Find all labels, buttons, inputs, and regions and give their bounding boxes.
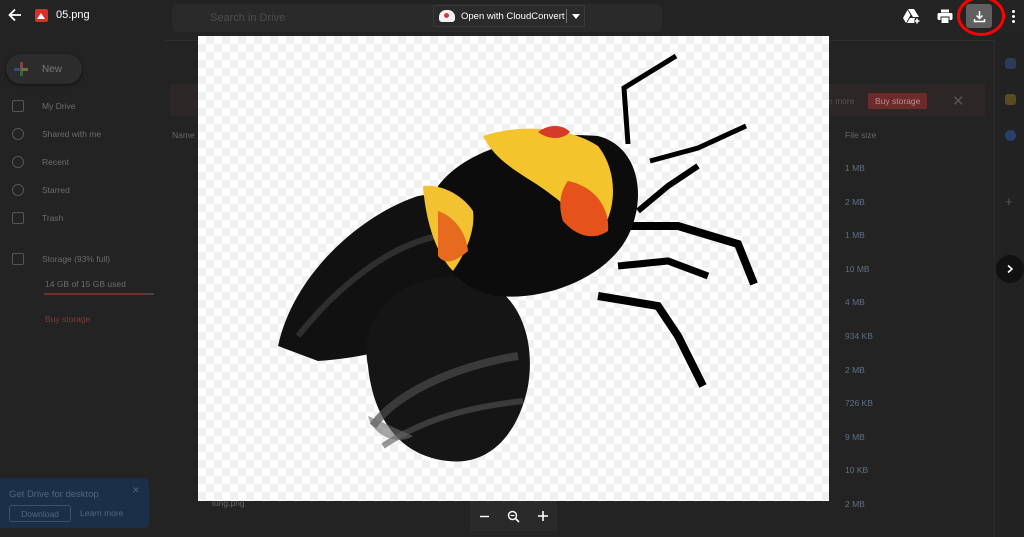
open-with-divider — [566, 9, 567, 23]
sidebar-item-trash: Trash — [0, 208, 63, 228]
get-drive-desktop-card: Get Drive for desktop ✕ Download Learn m… — [0, 478, 149, 528]
file-size-cell: 2 MB — [845, 499, 865, 509]
nav-label: Starred — [42, 185, 70, 195]
image-file-icon — [35, 9, 48, 22]
more-vert-icon — [1011, 9, 1015, 13]
buy-storage-link: Buy storage — [45, 314, 91, 324]
sidebar-item-shared: Shared with me — [0, 124, 101, 144]
drive-icon — [12, 100, 24, 112]
file-size-cell: 9 MB — [845, 431, 865, 442]
file-size-cell: 1 MB — [845, 163, 865, 173]
file-title: 05.png — [56, 9, 90, 21]
sidebar-item-starred: Starred — [0, 180, 70, 200]
people-icon — [12, 128, 24, 140]
storage-used: 14 GB of 15 GB used — [45, 274, 126, 294]
caret-down-icon[interactable] — [572, 14, 580, 19]
plus-color-icon — [14, 62, 28, 76]
open-with-label: Open with CloudConvert — [461, 10, 565, 22]
drive-sidebar: New My Drive Shared with me Recent Starr… — [0, 38, 165, 537]
more-options-button[interactable] — [1006, 6, 1020, 26]
trash-icon — [12, 212, 24, 224]
zoom-icon — [507, 510, 520, 523]
minus-icon — [480, 515, 489, 517]
download-icon — [973, 10, 985, 22]
right-rail: + — [994, 38, 1024, 537]
storage-bar — [44, 293, 154, 295]
chevron-right-icon — [1007, 264, 1014, 274]
storage-bar-fill — [44, 293, 147, 295]
next-file-button[interactable] — [996, 255, 1024, 283]
new-button: New — [6, 54, 82, 84]
image-preview — [198, 36, 829, 501]
zoom-in-button[interactable] — [533, 506, 553, 526]
get-drive-title: Get Drive for desktop — [9, 489, 99, 500]
nav-label: Trash — [42, 213, 64, 223]
col-size: File size — [845, 130, 877, 140]
keep-icon — [1005, 94, 1016, 105]
card-download-button: Download — [9, 505, 71, 522]
add-to-drive-button[interactable] — [902, 6, 922, 26]
storage-used-text: 14 GB of 15 GB used — [45, 279, 126, 289]
zoom-reset-button[interactable] — [504, 506, 524, 526]
alert-more-text: n more — [828, 96, 855, 106]
storage-label: Storage (93% full) — [42, 254, 111, 264]
download-button[interactable] — [966, 4, 992, 28]
sidebar-item-storage: Storage (93% full) — [0, 249, 110, 269]
arrow-left-icon — [8, 8, 21, 22]
file-size-cell: 726 KB — [845, 398, 873, 409]
file-size-cell: 1 MB — [845, 230, 865, 241]
tasks-icon — [1005, 130, 1016, 141]
back-button[interactable] — [4, 4, 26, 26]
file-size-cell: 10 MB — [845, 263, 870, 274]
add-to-drive-icon — [903, 9, 920, 24]
alert-buy-storage: Buy storage — [868, 93, 928, 109]
print-button[interactable] — [935, 6, 955, 26]
add-addon-icon: + — [1005, 194, 1013, 209]
nav-label: Recent — [42, 157, 69, 167]
new-label: New — [42, 63, 63, 75]
zoom-out-button[interactable] — [475, 506, 495, 526]
open-with-button[interactable]: Open with CloudConvert — [433, 5, 585, 27]
col-name: Name — [172, 130, 195, 140]
sidebar-item-my-drive: My Drive — [0, 96, 76, 116]
more-vert-icon — [1011, 19, 1015, 23]
zoom-controls — [470, 501, 557, 531]
alert-close-icon: ✕ — [952, 93, 965, 110]
calendar-icon — [1005, 58, 1016, 69]
cloudconvert-icon — [439, 10, 455, 22]
file-size-cell: 4 MB — [845, 297, 865, 308]
plus-icon — [537, 511, 548, 521]
file-size-cell: 2 MB — [845, 196, 865, 207]
nav-label: My Drive — [42, 101, 76, 111]
bumblebee-illustration — [278, 53, 758, 462]
more-vert-icon — [1011, 14, 1015, 18]
nav-label: Shared with me — [42, 129, 102, 139]
clock-icon — [12, 156, 24, 168]
file-size-cell: 2 MB — [845, 364, 865, 375]
card-learn-more: Learn more — [80, 508, 124, 518]
file-size-cell: 934 KB — [845, 331, 873, 341]
sidebar-item-recent: Recent — [0, 152, 69, 172]
print-icon — [937, 9, 953, 24]
card-close-icon: ✕ — [132, 485, 140, 495]
storage-icon — [12, 253, 24, 265]
viewer-top-bar: 05.png Open with CloudConvert — [0, 0, 1024, 36]
file-size-cell: 10 KB — [845, 465, 869, 476]
star-icon — [12, 184, 24, 196]
